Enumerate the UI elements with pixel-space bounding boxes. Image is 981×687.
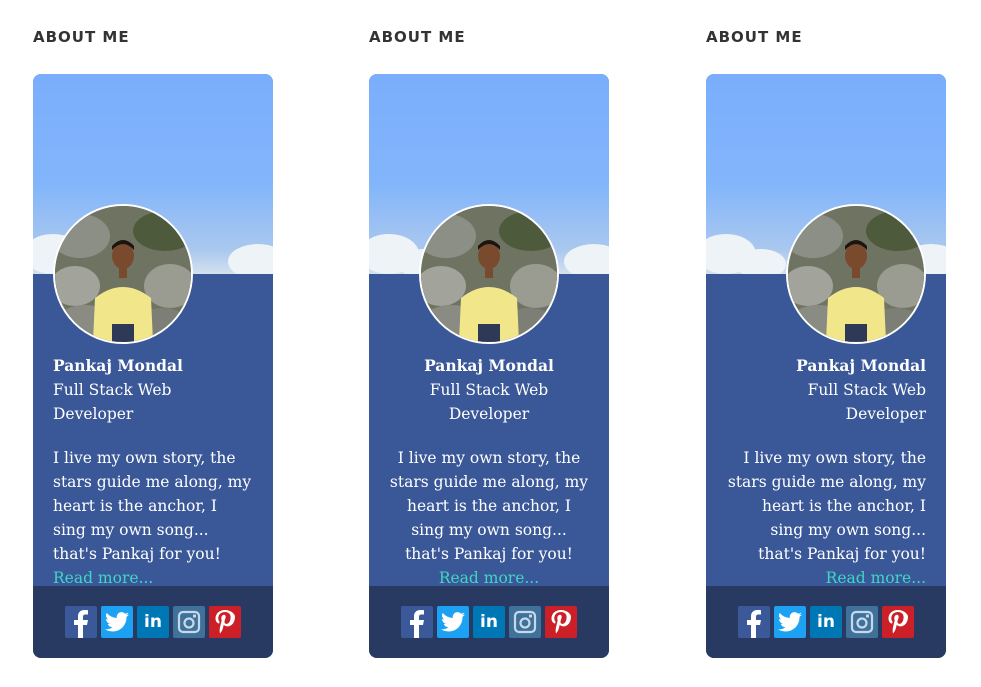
profile-text: Pankaj Mondal Full Stack Web Developer I… <box>726 354 926 590</box>
profile-card: Pankaj Mondal Full Stack Web Developer I… <box>706 74 946 658</box>
widget-heading: ABOUT ME <box>33 28 130 46</box>
profile-role: Full Stack Web Developer <box>53 381 172 423</box>
profile-text: Pankaj Mondal Full Stack Web Developer I… <box>53 354 253 590</box>
profile-bio: I live my own story, the stars guide me … <box>727 449 926 563</box>
profile-name: Pankaj Mondal <box>53 356 183 375</box>
profile-role: Full Stack Web Developer <box>429 381 549 423</box>
instagram-icon[interactable] <box>509 606 541 638</box>
linkedin-icon[interactable]: in <box>473 606 505 638</box>
profile-name: Pankaj Mondal <box>796 356 926 375</box>
profile-avatar <box>419 204 559 344</box>
profile-card: Pankaj Mondal Full Stack Web Developer I… <box>33 74 273 658</box>
facebook-icon[interactable] <box>738 606 770 638</box>
profile-role: Full Stack Web Developer <box>807 381 926 423</box>
profile-bio: I live my own story, the stars guide me … <box>389 449 589 563</box>
pinterest-icon[interactable] <box>545 606 577 638</box>
twitter-icon[interactable] <box>437 606 469 638</box>
twitter-icon[interactable] <box>774 606 806 638</box>
pinterest-icon[interactable] <box>882 606 914 638</box>
twitter-icon[interactable] <box>101 606 133 638</box>
social-bar: in <box>706 586 946 658</box>
linkedin-icon[interactable]: in <box>137 606 169 638</box>
instagram-icon[interactable] <box>173 606 205 638</box>
profile-avatar <box>53 204 193 344</box>
social-bar: in <box>33 586 273 658</box>
social-bar: in <box>369 586 609 658</box>
pinterest-icon[interactable] <box>209 606 241 638</box>
profile-card: Pankaj Mondal Full Stack Web Developer I… <box>369 74 609 658</box>
widget-heading: ABOUT ME <box>706 28 803 46</box>
profile-name: Pankaj Mondal <box>424 356 554 375</box>
linkedin-icon[interactable]: in <box>810 606 842 638</box>
profile-text: Pankaj Mondal Full Stack Web Developer I… <box>389 354 589 590</box>
instagram-icon[interactable] <box>846 606 878 638</box>
profile-bio: I live my own story, the stars guide me … <box>53 449 252 563</box>
facebook-icon[interactable] <box>401 606 433 638</box>
profile-avatar <box>786 204 926 344</box>
facebook-icon[interactable] <box>65 606 97 638</box>
widget-heading: ABOUT ME <box>369 28 466 46</box>
